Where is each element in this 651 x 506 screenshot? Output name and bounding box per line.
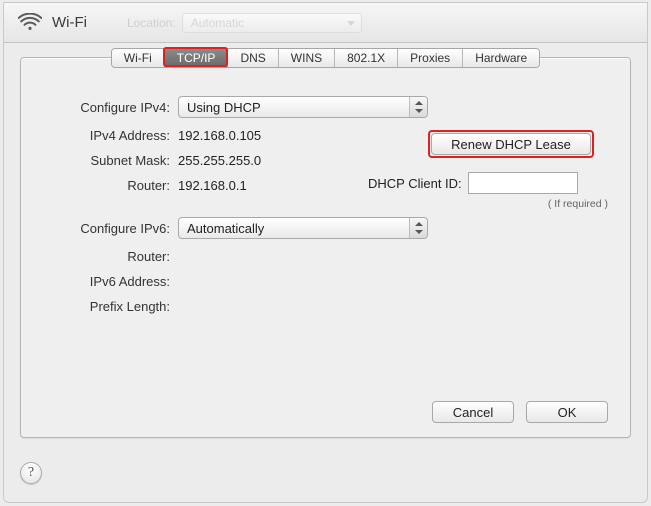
ghost-location-value: Automatic [191, 16, 244, 30]
configure-ipv6-value: Automatically [187, 221, 264, 236]
dhcp-client-id-hint: ( If required ) [428, 198, 608, 210]
configure-ipv6-select[interactable]: Automatically [178, 217, 428, 239]
sheet-footer: Cancel OK [432, 401, 608, 423]
ipv6-address-label: IPv6 Address: [43, 274, 178, 289]
ghost-location-label: Location: [127, 16, 176, 30]
ipv4-address-value: 192.168.0.105 [178, 128, 261, 143]
configure-ipv4-value: Using DHCP [187, 100, 261, 115]
ghost-location-select: Automatic [182, 13, 362, 33]
subnet-mask-label: Subnet Mask: [43, 153, 178, 168]
dhcp-client-id-label: DHCP Client ID: [368, 176, 462, 191]
select-arrows-icon [409, 218, 427, 238]
tab-bar: Wi-FiTCP/IPDNSWINS802.1XProxiesHardware [21, 48, 630, 68]
ipv4-router-label: Router: [43, 178, 178, 193]
network-prefs-window: Wi-Fi Location: Automatic Wi-FiTCP/IPDNS… [3, 2, 648, 503]
ipv4-address-label: IPv4 Address: [43, 128, 178, 143]
subnet-mask-value: 255.255.255.0 [178, 153, 261, 168]
ipv4-router-value: 192.168.0.1 [178, 178, 247, 193]
configure-ipv4-label: Configure IPv4: [43, 100, 178, 115]
configure-ipv6-label: Configure IPv6: [43, 221, 178, 236]
dhcp-client-id-input[interactable] [468, 172, 578, 194]
tcpip-sheet: Wi-FiTCP/IPDNSWINS802.1XProxiesHardware … [20, 57, 631, 438]
configure-ipv4-select[interactable]: Using DHCP [178, 96, 428, 118]
titlebar: Wi-Fi Location: Automatic [4, 3, 647, 43]
ok-button[interactable]: OK [526, 401, 608, 423]
tab-wi-fi[interactable]: Wi-Fi [112, 49, 165, 67]
prefix-length-label: Prefix Length: [43, 299, 178, 314]
tab-dns[interactable]: DNS [228, 49, 278, 67]
tab-hardware[interactable]: Hardware [463, 49, 539, 67]
select-arrows-icon [409, 97, 427, 117]
title: Wi-Fi [52, 14, 87, 31]
sheet-content: Configure IPv4: Using DHCP IPv4 Address:… [21, 80, 630, 437]
wifi-icon [18, 13, 42, 33]
renew-highlight: Renew DHCP Lease [428, 130, 594, 158]
tab-802-1x[interactable]: 802.1X [335, 49, 398, 67]
help-button[interactable]: ? [20, 462, 42, 484]
ipv6-router-label: Router: [43, 249, 178, 264]
tab-tcp-ip[interactable]: TCP/IP [165, 49, 229, 67]
tab-proxies[interactable]: Proxies [398, 49, 463, 67]
tab-wins[interactable]: WINS [279, 49, 335, 67]
cancel-button[interactable]: Cancel [432, 401, 514, 423]
renew-dhcp-lease-button[interactable]: Renew DHCP Lease [431, 133, 591, 155]
dhcp-column: Renew DHCP Lease DHCP Client ID: ( If re… [428, 130, 608, 210]
